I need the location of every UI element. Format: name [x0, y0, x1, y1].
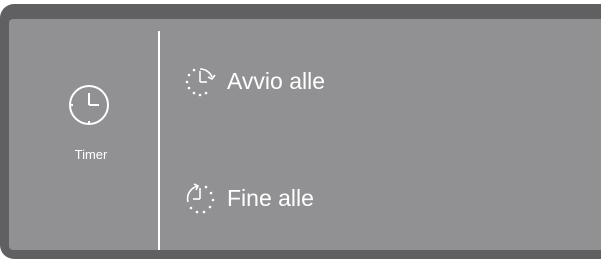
panel-divider	[158, 31, 160, 250]
device-frame: Timer Avvio alle Fine alle	[0, 4, 601, 259]
end-time-icon	[186, 183, 215, 214]
display-screen: Timer Avvio alle Fine alle	[9, 19, 601, 250]
start-at-label: Avvio alle	[227, 67, 326, 94]
clock-icon	[69, 85, 109, 125]
start-at-option[interactable]: Avvio alle	[181, 61, 325, 101]
start-time-icon	[185, 68, 216, 97]
timer-panel[interactable]: Timer	[9, 19, 159, 250]
end-at-label: Fine alle	[227, 184, 314, 211]
timer-label: Timer	[74, 147, 108, 162]
end-at-option[interactable]: Fine alle	[181, 178, 314, 218]
